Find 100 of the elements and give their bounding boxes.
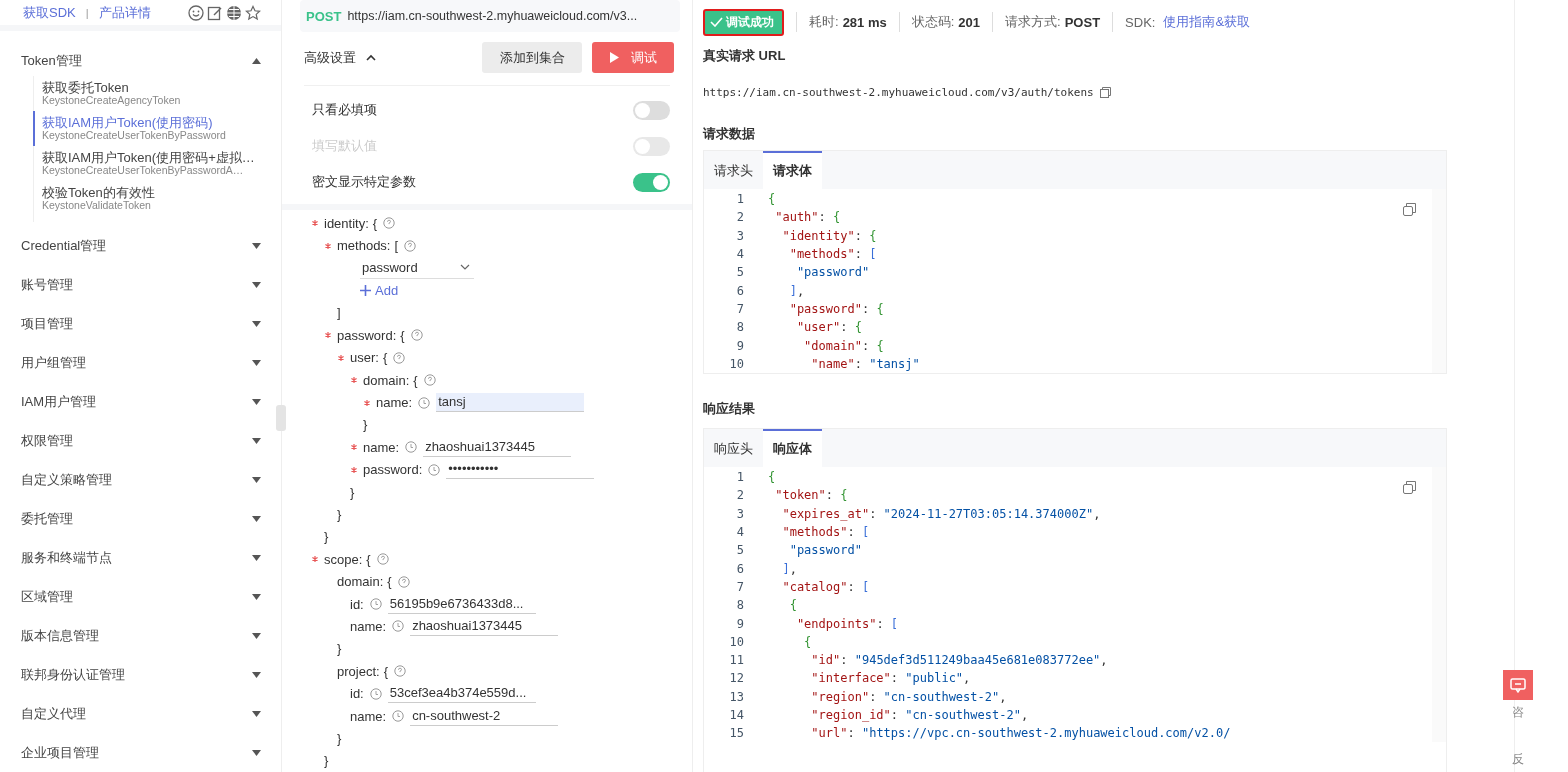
param-key: password:	[337, 327, 397, 343]
help-icon[interactable]	[404, 239, 417, 252]
nav-group-label[interactable]: 权限管理	[21, 431, 73, 450]
nav-group-label[interactable]: Credential管理	[21, 236, 107, 255]
nav-group[interactable]: 账号管理	[0, 265, 281, 304]
nav-group-label[interactable]: 自定义策略管理	[21, 470, 112, 489]
nav-group-label[interactable]: 区域管理	[21, 587, 73, 606]
tab[interactable]: 请求头	[704, 151, 763, 189]
sdk-guide-link[interactable]: 使用指南&获取	[1163, 13, 1251, 31]
help-icon[interactable]	[423, 374, 436, 387]
help-icon[interactable]	[394, 665, 406, 678]
param-input[interactable]: tansj	[436, 393, 585, 413]
caret-icon[interactable]	[252, 320, 261, 327]
nav-group[interactable]: 项目管理	[0, 304, 281, 343]
edit-icon[interactable]	[207, 4, 223, 21]
nav-group[interactable]: 自定义策略管理	[0, 460, 281, 499]
nav-group[interactable]: 版本信息管理	[0, 616, 281, 655]
chevron-icon[interactable]	[366, 54, 376, 62]
toggle-switch[interactable]	[633, 172, 670, 192]
clock-icon[interactable]	[428, 463, 441, 476]
add-link[interactable]: Add	[360, 283, 399, 299]
nav-group[interactable]: 自定义代理	[0, 694, 281, 733]
toggle-switch[interactable]	[633, 100, 670, 120]
nav-group-label[interactable]: 账号管理	[21, 275, 73, 294]
caret-icon[interactable]	[252, 632, 261, 639]
clock-icon[interactable]	[369, 598, 382, 611]
nav-group-label[interactable]: Token管理	[21, 51, 82, 70]
param-input[interactable]: cn-southwest-2	[410, 706, 559, 726]
caret-icon[interactable]	[252, 281, 261, 288]
tab[interactable]: 响应体	[763, 429, 822, 467]
copy-icon[interactable]	[1099, 86, 1111, 98]
advanced-settings-toggle[interactable]: 高级设置	[304, 48, 356, 67]
caret-icon[interactable]	[252, 554, 261, 561]
clock-icon[interactable]	[392, 710, 405, 722]
nav-group[interactable]: 权限管理	[0, 421, 281, 460]
nav-item[interactable]: 校验Token的有效性 KeystoneValidateToken	[33, 181, 281, 216]
param-input[interactable]: 53cef3ea4b374e559d...	[387, 684, 536, 704]
feedback-label[interactable]: 反	[1512, 751, 1524, 768]
clock-icon[interactable]	[369, 687, 382, 700]
star-icon[interactable]	[245, 4, 261, 21]
tab[interactable]: 请求体	[763, 151, 822, 189]
nav-group-label[interactable]: 项目管理	[21, 314, 73, 333]
param-key: scope:	[324, 551, 363, 567]
nav-group[interactable]: 服务和终端节点	[0, 538, 281, 577]
help-icon[interactable]	[397, 575, 410, 588]
collapse-handle[interactable]	[276, 405, 286, 431]
caret-icon[interactable]	[252, 242, 261, 249]
nav-group-label[interactable]: 版本信息管理	[21, 626, 99, 645]
bracket-symbol: {	[413, 372, 418, 388]
nav-group[interactable]: 联邦身份认证管理	[0, 655, 281, 694]
nav-group[interactable]: 区域管理	[0, 577, 281, 616]
code-line: "domain": {	[803, 338, 884, 353]
bracket-symbol: [	[394, 238, 399, 254]
caret-icon[interactable]	[252, 710, 261, 717]
clock-icon[interactable]	[418, 396, 431, 409]
help-icon[interactable]	[383, 217, 396, 230]
smiley-icon[interactable]	[188, 4, 204, 21]
nav-group-label[interactable]: 委托管理	[21, 509, 73, 528]
add-to-collection-button[interactable]: 添加到集合	[482, 42, 582, 74]
caret-icon[interactable]	[252, 57, 261, 64]
nav-group-label[interactable]: 企业项目管理	[21, 743, 99, 762]
nav-group[interactable]: 企业项目管理	[0, 733, 281, 772]
param-input[interactable]: zhaoshuai1373445	[410, 616, 559, 636]
nav-group-label[interactable]: 用户组管理	[21, 353, 86, 372]
caret-icon[interactable]	[252, 437, 261, 444]
param-input[interactable]: zhaoshuai1373445	[423, 437, 572, 457]
copy-icon[interactable]	[1403, 203, 1416, 216]
nav-group[interactable]: 用户组管理	[0, 343, 281, 382]
caret-icon[interactable]	[252, 749, 261, 756]
nav-group[interactable]: IAM用户管理	[0, 382, 281, 421]
nav-item[interactable]: 获取IAM用户Token(使用密码+虚拟… KeystoneCreateUserTokenByPasswordA…	[33, 146, 281, 181]
nav-group-label[interactable]: 联邦身份认证管理	[21, 665, 125, 684]
caret-icon[interactable]	[252, 593, 261, 600]
param-input[interactable]: 56195b9e6736433d8...	[387, 594, 536, 614]
nav-item[interactable]: 获取IAM用户Token(使用密码) KeystoneCreateUserTokenByPassword	[33, 111, 281, 146]
section-title: 真实请求 URL	[703, 47, 787, 65]
product-details-link[interactable]: 产品详情	[98, 3, 151, 22]
chat-button[interactable]	[1503, 670, 1533, 700]
clock-icon[interactable]	[392, 620, 405, 633]
globe-icon[interactable]	[226, 4, 242, 21]
nav-group[interactable]: 委托管理	[0, 499, 281, 538]
help-icon[interactable]	[393, 351, 406, 364]
caret-icon[interactable]	[252, 476, 261, 483]
nav-group-label[interactable]: IAM用户管理	[21, 392, 97, 411]
sdk-link[interactable]: 获取SDK	[23, 3, 76, 22]
clock-icon[interactable]	[405, 441, 418, 454]
nav-group-label[interactable]: 自定义代理	[21, 704, 86, 723]
caret-icon[interactable]	[252, 671, 261, 678]
tab[interactable]: 响应头	[704, 429, 763, 467]
caret-icon[interactable]	[252, 359, 261, 366]
param-key: domain:	[363, 372, 410, 388]
nav-group-label[interactable]: 服务和终端节点	[21, 548, 112, 567]
copy-icon[interactable]	[1403, 481, 1416, 494]
help-icon[interactable]	[376, 553, 389, 566]
help-icon[interactable]	[410, 329, 423, 342]
param-input[interactable]: •••••••••••	[446, 460, 595, 480]
nav-group[interactable]: Credential管理	[0, 226, 281, 265]
caret-icon[interactable]	[252, 515, 261, 522]
method-select[interactable]: password	[360, 257, 474, 279]
caret-icon[interactable]	[252, 398, 261, 405]
